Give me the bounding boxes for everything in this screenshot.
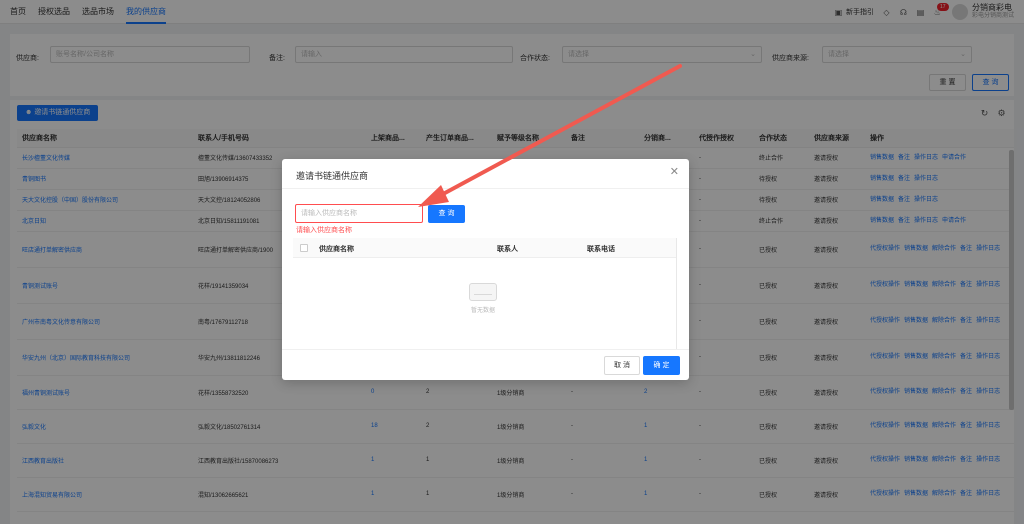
arrow-head — [418, 185, 449, 207]
annotation-arrow — [418, 64, 682, 207]
arrow-shaft — [430, 64, 682, 202]
